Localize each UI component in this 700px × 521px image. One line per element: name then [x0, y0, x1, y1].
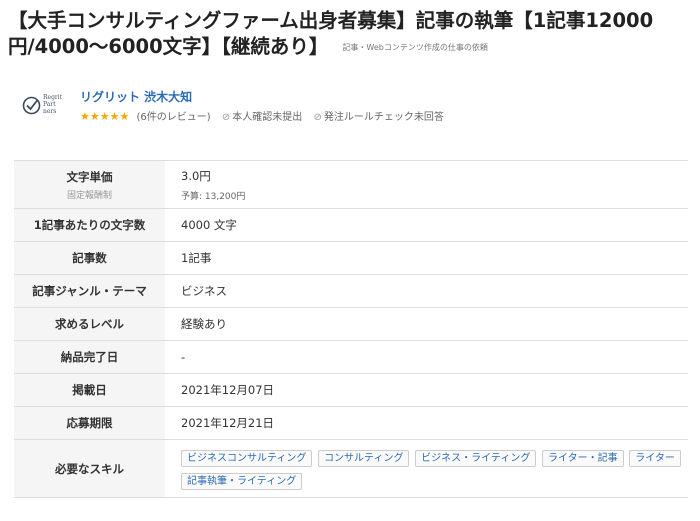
job-details-table: 文字単価固定報酬制 3.0円予算: 13,200円 1記事あたりの文字数 400…	[14, 160, 688, 498]
skill-tag-list: ビジネスコンサルティング コンサルティング ビジネス・ライティング ライター・記…	[181, 445, 688, 493]
row-level: 求めるレベル 経験あり	[14, 307, 688, 341]
client-info: Regrit Part ners リグリット 渋木大知 ★★★★★ (6件のレビ…	[22, 88, 682, 128]
client-meta: ★★★★★ (6件のレビュー) ⊘ 本人確認未提出 ⊘ 発注ルールチェック未回答	[80, 108, 444, 123]
skill-tag[interactable]: 記事執筆・ライティング	[181, 472, 303, 490]
check-circle-small-icon: ⊘	[313, 112, 322, 123]
skills-value: ビジネスコンサルティング コンサルティング ビジネス・ライティング ライター・記…	[165, 439, 688, 498]
genre-value: ビジネス	[165, 274, 688, 308]
row-article-count: 記事数 1記事	[14, 241, 688, 275]
rule-check-status-text: 発注ルールチェック未回答	[323, 112, 444, 123]
value-unit-price: 3.0円予算: 13,200円	[165, 160, 688, 209]
label-unit-price: 文字単価 固定報酬制	[14, 160, 165, 209]
row-delivery-date: 納品完了日 -	[14, 340, 688, 374]
count-value: 1記事	[165, 241, 688, 275]
identity-status: ⊘ 本人確認未提出	[222, 112, 302, 123]
star-rating-icon: ★★★★★	[80, 110, 130, 123]
skill-tag[interactable]: ビジネス・ライティング	[415, 449, 537, 467]
job-detail-page: 【大手コンサルティングファーム出身者募集】記事の執筆【1記事12000円/400…	[0, 0, 700, 521]
client-name-link[interactable]: リグリット 渋木大知	[80, 88, 192, 105]
client-logo[interactable]: Regrit Part ners	[22, 94, 66, 120]
count-label: 記事数	[14, 241, 165, 275]
identity-status-text: 本人確認未提出	[232, 112, 303, 123]
rule-check-status: ⊘ 発注ルールチェック未回答	[313, 112, 443, 123]
skill-tag[interactable]: コンサルティング	[318, 449, 410, 467]
level-label: 求めるレベル	[14, 307, 165, 341]
deadline-value: 2021年12月21日	[165, 406, 688, 440]
check-circle-small-icon: ⊘	[221, 112, 231, 123]
row-genre: 記事ジャンル・テーマ ビジネス	[14, 274, 688, 308]
posted-label: 掲載日	[14, 373, 165, 407]
deadline-label: 応募期限	[14, 406, 165, 440]
genre-label: 記事ジャンル・テーマ	[14, 274, 165, 308]
job-title-text: 【大手コンサルティングファーム出身者募集】記事の執筆【1記事12000円/400…	[8, 9, 654, 58]
unit-price-type: 固定報酬制	[66, 190, 112, 201]
row-deadline: 応募期限 2021年12月21日	[14, 406, 688, 440]
skills-label: 必要なスキル	[14, 439, 165, 498]
chars-value: 4000 文字	[165, 208, 688, 242]
skill-tag[interactable]: ライター・記事	[541, 449, 624, 467]
row-posted-date: 掲載日 2021年12月07日	[14, 373, 688, 407]
job-title: 【大手コンサルティングファーム出身者募集】記事の執筆【1記事12000円/400…	[8, 8, 694, 61]
row-unit-price: 文字単価固定報酬制 3.0円予算: 13,200円	[14, 160, 688, 209]
skill-tag[interactable]: ビジネスコンサルティング	[181, 449, 313, 467]
unit-price-value: 3.0円	[181, 168, 211, 183]
delivery-value: -	[165, 340, 688, 374]
chars-label: 1記事あたりの文字数	[14, 208, 165, 242]
skill-tag[interactable]: ライター	[629, 449, 681, 467]
row-chars-per-article: 1記事あたりの文字数 4000 文字	[14, 208, 688, 242]
posted-value: 2021年12月07日	[165, 373, 688, 407]
level-value: 経験あり	[165, 307, 688, 341]
review-count-link[interactable]: (6件のレビュー)	[137, 112, 211, 123]
row-skills: 必要なスキル ビジネスコンサルティング コンサルティング ビジネス・ライティング…	[14, 439, 688, 498]
check-circle-icon	[22, 96, 41, 115]
client-logo-text: Regrit Part ners	[43, 94, 63, 115]
budget-value: 予算: 13,200円	[181, 191, 246, 202]
delivery-label: 納品完了日	[14, 340, 165, 374]
unit-price-label: 文字単価	[66, 169, 113, 184]
job-category[interactable]: 記事・Webコンテンツ作成の仕事の依頼	[342, 43, 487, 52]
